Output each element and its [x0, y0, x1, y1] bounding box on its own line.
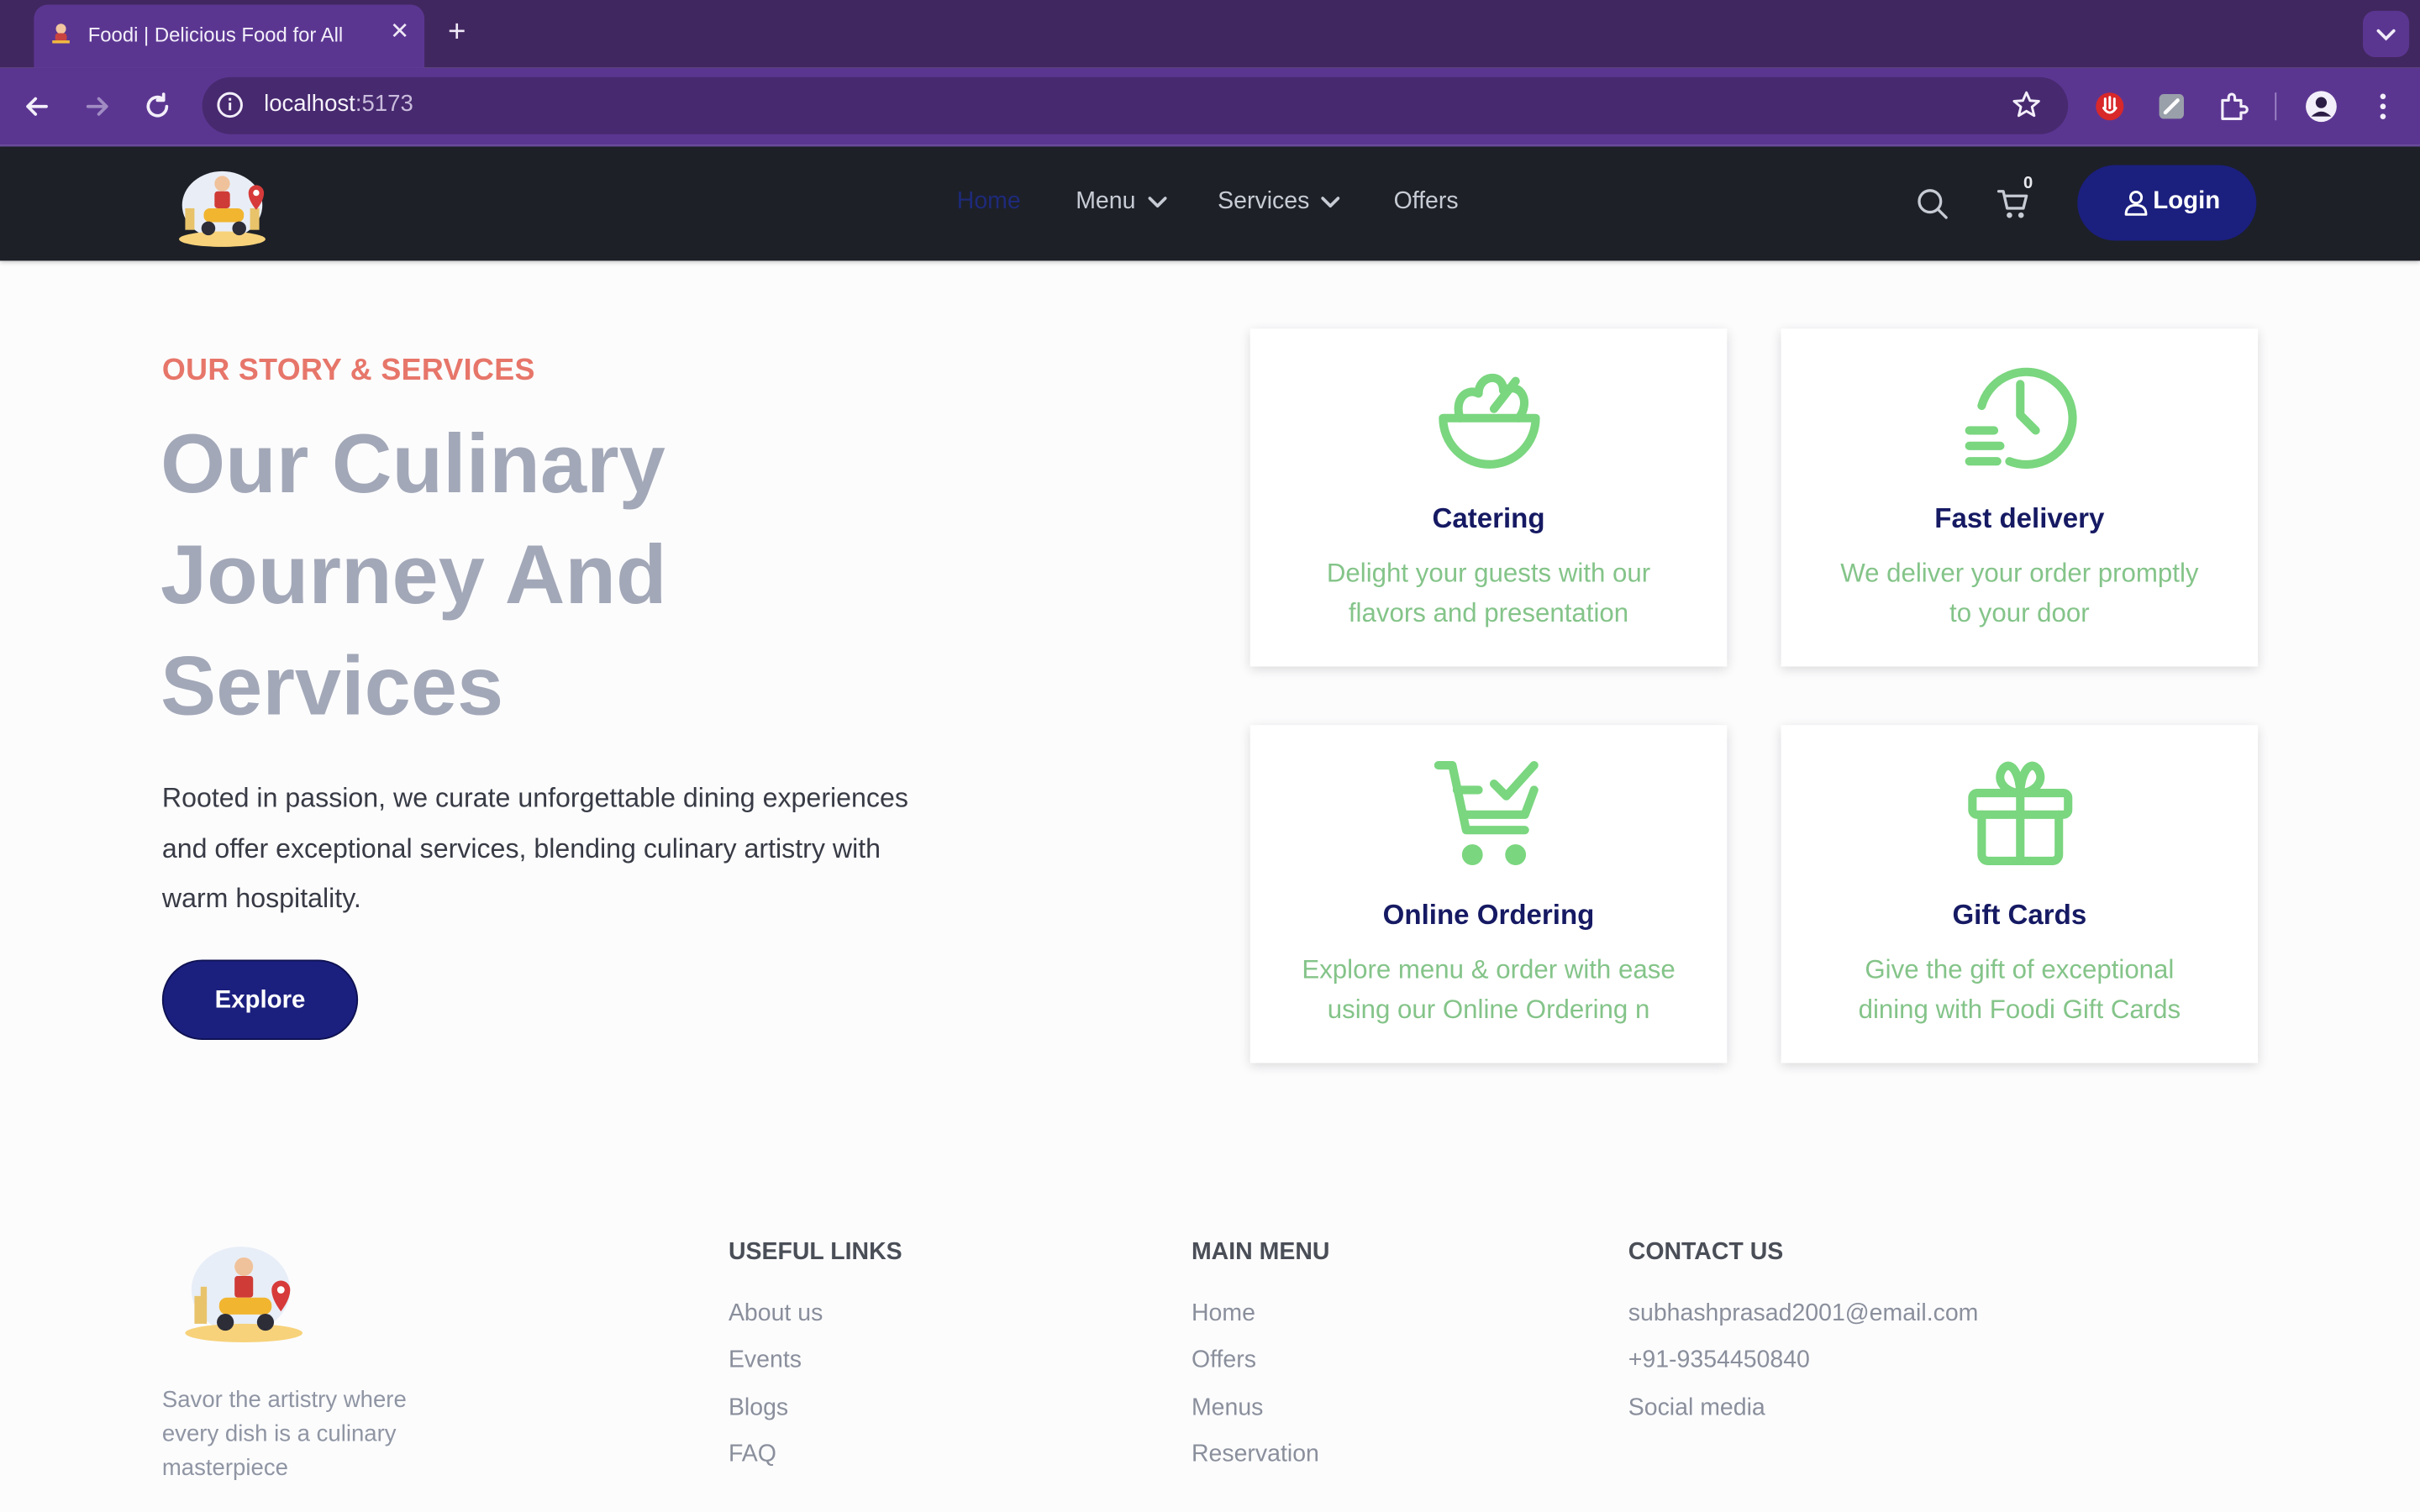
nav-menu-label: Menu	[1076, 188, 1136, 215]
foodi-favicon	[52, 24, 70, 44]
card-description-line: using our Online Ordering n	[1327, 995, 1650, 1025]
card-title: Fast delivery	[1934, 502, 2105, 534]
site-header: Home Menu Services Offers 0 Login	[0, 146, 2420, 261]
explore-button[interactable]: Explore	[161, 959, 359, 1040]
nav-services-label: Services	[1218, 188, 1310, 215]
main-menu: Home Menu Services Offers	[0, 146, 2420, 260]
cart-count-badge: 0	[2023, 174, 2033, 193]
tab-title: Foodi | Delicious Food for All	[87, 23, 344, 47]
chevron-down-icon	[1148, 197, 1167, 207]
card-description-line: flavors and presentation	[1348, 598, 1629, 628]
nav-offers[interactable]: Offers	[1394, 188, 1459, 216]
new-tab-button[interactable]: +	[441, 15, 472, 49]
footer-tagline: Savor the artistry where every dish is a…	[162, 1384, 471, 1486]
close-tab-icon[interactable]: ✕	[386, 18, 413, 46]
toolbar-divider	[2275, 92, 2277, 121]
footer-link-events[interactable]: Events	[729, 1347, 802, 1374]
footer-link-home[interactable]: Home	[1192, 1300, 1255, 1328]
card-description: Explore menu & order with ease using our…	[1278, 950, 1699, 1031]
headline-line: Services	[160, 640, 504, 733]
description-line: and offer exceptional services, blending…	[161, 832, 881, 864]
section-eyebrow: OUR STORY & SERVICES	[161, 353, 535, 388]
browser-tab-active[interactable]: Foodi | Delicious Food for All ✕	[34, 4, 425, 68]
footer-contact-phone[interactable]: +91-9354450840	[1628, 1347, 1810, 1374]
service-card-gift-cards[interactable]: Gift Cards Give the gift of exceptional …	[1781, 725, 2259, 1063]
footer-logo[interactable]	[182, 1241, 309, 1346]
url-host: localhost	[264, 91, 355, 118]
footer-link-reservation[interactable]: Reservation	[1192, 1441, 1319, 1469]
tagline-line: Savor the artistry where	[161, 1387, 407, 1414]
address-bar[interactable]: localhost:5173	[202, 76, 2069, 134]
login-label: Login	[2153, 188, 2221, 215]
site-info-icon[interactable]	[216, 91, 244, 118]
reload-icon[interactable]	[140, 90, 174, 123]
card-description-line: We deliver your order promptly	[1840, 558, 2199, 588]
url-text[interactable]: localhost:5173	[264, 91, 413, 117]
bookmark-star-icon[interactable]	[2011, 90, 2042, 121]
card-description-line: to your door	[1949, 598, 2090, 628]
forward-arrow-icon[interactable]	[81, 90, 114, 123]
shopping-cart-check-icon	[1434, 760, 1539, 865]
footer-link-about[interactable]: About us	[729, 1300, 823, 1328]
gift-icon	[1968, 761, 2073, 865]
chevron-down-icon	[1322, 197, 1341, 207]
browser-menu-icon[interactable]	[2366, 90, 2400, 123]
hero-headline: Our Culinary Journey And Services	[160, 409, 963, 743]
user-icon	[2124, 191, 2148, 216]
footer-heading-main-menu: MAIN MENU	[1191, 1238, 1330, 1266]
footer-link-offers[interactable]: Offers	[1192, 1347, 1256, 1374]
card-description: We deliver your order promptly to your d…	[1809, 554, 2230, 634]
extension-shield-icon[interactable]	[2093, 90, 2127, 123]
tab-search-button[interactable]	[2363, 10, 2410, 57]
extension-tag-icon[interactable]	[2154, 90, 2188, 123]
login-button[interactable]: Login	[2077, 165, 2257, 241]
extensions-puzzle-icon[interactable]	[2217, 90, 2250, 123]
nav-services[interactable]: Services	[1218, 188, 1341, 216]
salad-bowl-icon	[1439, 373, 1540, 469]
footer-contact-email[interactable]: subhashprasad2001@email.com	[1628, 1300, 1979, 1328]
footer-contact-social[interactable]: Social media	[1628, 1394, 1765, 1422]
card-title: Gift Cards	[1952, 899, 2087, 931]
back-arrow-icon[interactable]	[20, 90, 54, 123]
nav-home[interactable]: Home	[957, 188, 1021, 216]
headline-line: Journey And	[160, 529, 667, 622]
service-card-online-ordering[interactable]: Online Ordering Explore menu & order wit…	[1249, 725, 1728, 1063]
footer-heading-contact: CONTACT US	[1628, 1238, 1784, 1266]
fast-delivery-clock-icon	[1965, 367, 2077, 469]
card-description-line: Explore menu & order with ease	[1302, 954, 1676, 984]
description-line: warm hospitality.	[161, 882, 361, 914]
card-title: Online Ordering	[1382, 899, 1595, 931]
card-description-line: Delight your guests with our	[1326, 558, 1651, 588]
footer-link-menus[interactable]: Menus	[1192, 1394, 1263, 1422]
card-title: Catering	[1432, 502, 1545, 534]
hero-description: Rooted in passion, we curate unforgettab…	[162, 773, 996, 923]
card-description-line: dining with Foodi Gift Cards	[1858, 995, 2181, 1025]
url-port: :5173	[355, 91, 413, 118]
tagline-line: every dish is a culinary	[161, 1420, 397, 1447]
browser-toolbar: localhost:5173	[0, 67, 2420, 145]
card-description: Give the gift of exceptional dining with…	[1809, 950, 2230, 1031]
card-description-line: Give the gift of exceptional	[1865, 954, 2175, 984]
chevron-down-icon	[2376, 29, 2396, 41]
description-line: Rooted in passion, we curate unforgettab…	[161, 782, 908, 813]
footer-link-blogs[interactable]: Blogs	[729, 1394, 788, 1422]
headline-line: Our Culinary	[160, 417, 666, 511]
nav-menu[interactable]: Menu	[1076, 188, 1167, 216]
search-icon[interactable]	[1915, 186, 1949, 220]
browser-tab-strip: Foodi | Delicious Food for All ✕ +	[0, 0, 2420, 68]
tagline-line: masterpiece	[161, 1455, 288, 1482]
footer-heading-useful-links: USEFUL LINKS	[728, 1238, 902, 1266]
card-description: Delight your guests with our flavors and…	[1278, 554, 1699, 634]
service-card-catering[interactable]: Catering Delight your guests with our fl…	[1249, 328, 1728, 667]
service-card-fast-delivery[interactable]: Fast delivery We deliver your order prom…	[1781, 328, 2259, 667]
profile-avatar-icon[interactable]	[2304, 90, 2338, 123]
footer-link-faq[interactable]: FAQ	[729, 1441, 776, 1469]
